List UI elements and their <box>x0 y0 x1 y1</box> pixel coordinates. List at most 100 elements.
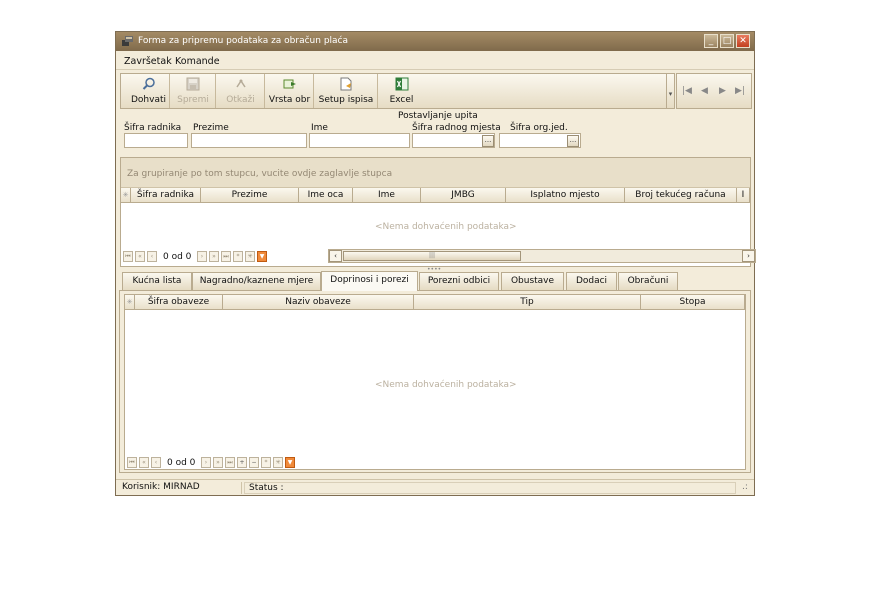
minimize-button[interactable]: _ <box>704 34 718 48</box>
sifra-org-jed-lookup-button[interactable]: ... <box>567 135 579 147</box>
pager-first-icon[interactable]: ⏮ <box>127 457 137 468</box>
maximize-icon: □ <box>722 36 732 46</box>
prezime-input[interactable] <box>191 133 307 148</box>
obligations-grid: ✳ Šifra obaveze Naziv obaveze Tip Stopa … <box>124 294 746 470</box>
remove-icon[interactable]: − <box>249 457 259 468</box>
status-user: Korisnik: MIRNAD <box>118 482 242 494</box>
status-bar: Korisnik: MIRNAD Status : .: <box>116 479 754 495</box>
maximize-button[interactable]: □ <box>720 34 734 48</box>
pager-new-icon[interactable]: ✳ <box>273 457 283 468</box>
scroll-thumb[interactable]: ||| <box>343 251 521 261</box>
excel-button[interactable]: Excel <box>379 74 424 108</box>
excel-icon <box>395 77 408 91</box>
close-icon: ✕ <box>739 36 747 46</box>
col-ime[interactable]: Ime <box>353 188 421 203</box>
minimize-icon: _ <box>708 36 714 46</box>
pager-append-icon[interactable]: * <box>261 457 271 468</box>
employees-grid: Za grupiranje po tom stupcu, vucite ovdj… <box>120 157 756 267</box>
query-heading: Postavljanje upita <box>398 111 478 121</box>
pager-prev-page-icon[interactable]: « <box>135 251 145 262</box>
pager-prev-page-icon[interactable]: « <box>139 457 149 468</box>
col-jmbg[interactable]: JMBG <box>421 188 506 203</box>
scroll-left-icon[interactable]: ‹ <box>329 250 342 262</box>
tab-doprinosi-i-porezi[interactable]: Doprinosi i porezi <box>321 271 418 291</box>
col-isplatno-mjesto[interactable]: Isplatno mjesto <box>506 188 625 203</box>
pager-last-icon[interactable]: ⏭ <box>221 251 231 262</box>
row-indicator-header[interactable]: ✳ <box>125 295 135 310</box>
menu-bar: Završetak Komande <box>116 52 754 70</box>
group-by-hint: Za grupiranje po tom stupcu, vucite ovdj… <box>127 169 393 179</box>
pager-new-icon[interactable]: ✳ <box>245 251 255 262</box>
tab-kucna-lista[interactable]: Kućna lista <box>122 272 192 290</box>
grid1-empty-message: <Nema dohvaćenih podataka> <box>375 222 517 232</box>
record-navigator: |◀ ◀ ▶ ▶| <box>676 73 752 109</box>
scroll-right-icon[interactable]: › <box>742 250 755 262</box>
col-prezime[interactable]: Prezime <box>201 188 299 203</box>
main-window: Forma za pripremu podataka za obračun pl… <box>115 31 756 496</box>
search-icon <box>142 77 155 90</box>
cancel-label: Otkaži <box>226 95 255 105</box>
chevron-down-icon: ▾ <box>668 90 673 98</box>
horizontal-scrollbar[interactable]: ‹ ||| › <box>328 249 756 263</box>
label-prezime: Prezime <box>193 123 229 133</box>
col-sifra-radnika[interactable]: Šifra radnika <box>131 188 201 203</box>
label-sifra-org-jed: Šifra org.jed. <box>510 123 568 133</box>
toolbar: Dohvati Spremi Otkaži Vrsta obr Setup is… <box>120 73 667 109</box>
pager-prev-icon[interactable]: ‹ <box>147 251 157 262</box>
menu-komande[interactable]: Komande <box>175 56 220 67</box>
row-indicator-header[interactable]: ✳ <box>121 188 131 203</box>
col-tip[interactable]: Tip <box>414 295 641 310</box>
cancel-icon <box>235 79 246 88</box>
tab-dodaci[interactable]: Dodaci <box>566 272 617 290</box>
col-ime-oca[interactable]: Ime oca <box>299 188 353 203</box>
first-record-button[interactable]: |◀ <box>682 86 692 96</box>
grid2-empty-message: <Nema dohvaćenih podataka> <box>375 380 517 390</box>
tab-obustave[interactable]: Obustave <box>501 272 564 290</box>
fetch-button[interactable]: Dohvati <box>128 74 170 108</box>
last-record-button[interactable]: ▶| <box>735 86 745 96</box>
col-naziv-obaveze[interactable]: Naziv obaveze <box>223 295 414 310</box>
col-overflow[interactable]: I <box>737 188 750 203</box>
pager-append-icon[interactable]: * <box>233 251 243 262</box>
close-button[interactable]: ✕ <box>736 34 750 48</box>
grid1-pager-count: 0 od 0 <box>163 252 192 262</box>
toolbar-overflow-button[interactable]: ▾ <box>667 73 675 109</box>
tab-porezni-odbici[interactable]: Porezni odbici <box>419 272 499 290</box>
tab-nagradno-kaznene-mjere[interactable]: Nagradno/kaznene mjere <box>192 272 321 290</box>
save-button[interactable]: Spremi <box>171 74 216 108</box>
col-broj-tekuceg-racuna[interactable]: Broj tekućeg računa <box>625 188 737 203</box>
add-icon[interactable]: + <box>237 457 247 468</box>
filter-icon[interactable]: ▼ <box>257 251 267 262</box>
pager-last-icon[interactable]: ⏭ <box>225 457 235 468</box>
print-setup-label: Setup ispisa <box>318 95 374 105</box>
group-by-panel[interactable]: Za grupiranje po tom stupcu, vucite ovdj… <box>121 158 750 188</box>
pager-next-page-icon[interactable]: » <box>213 457 223 468</box>
cancel-button[interactable]: Otkaži <box>217 74 265 108</box>
tab-panel: ✳ Šifra obaveze Naziv obaveze Tip Stopa … <box>119 290 751 473</box>
ime-input[interactable] <box>309 133 410 148</box>
print-setup-icon <box>340 77 352 91</box>
pager-next-page-icon[interactable]: » <box>209 251 219 262</box>
save-icon <box>186 77 200 91</box>
tab-obracuni[interactable]: Obračuni <box>618 272 678 290</box>
sifra-radnika-input[interactable] <box>124 133 188 148</box>
next-record-button[interactable]: ▶ <box>719 86 726 96</box>
menu-zavrsetak[interactable]: Završetak <box>124 56 172 67</box>
calc-type-button[interactable]: Vrsta obr <box>266 74 314 108</box>
col-stopa[interactable]: Stopa <box>641 295 745 310</box>
filter-icon[interactable]: ▼ <box>285 457 295 468</box>
grid2-pager-count: 0 od 0 <box>167 458 196 468</box>
print-setup-button[interactable]: Setup ispisa <box>315 74 378 108</box>
pager-first-icon[interactable]: ⏮ <box>123 251 133 262</box>
pager-prev-icon[interactable]: ‹ <box>151 457 161 468</box>
pager-next-icon[interactable]: › <box>201 457 211 468</box>
label-sifra-radnog-mjesta: Šifra radnog mjesta <box>412 123 501 133</box>
col-sifra-obaveze[interactable]: Šifra obaveze <box>135 295 223 310</box>
label-sifra-radnika: Šifra radnika <box>124 123 182 133</box>
pager-next-icon[interactable]: › <box>197 251 207 262</box>
resize-grip-icon[interactable]: .: <box>738 482 752 494</box>
prev-record-button[interactable]: ◀ <box>701 86 708 96</box>
title-bar[interactable]: Forma za pripremu podataka za obračun pl… <box>116 32 754 51</box>
sifra-radnog-mjesta-lookup-button[interactable]: ... <box>482 135 494 147</box>
app-icon <box>122 36 133 46</box>
